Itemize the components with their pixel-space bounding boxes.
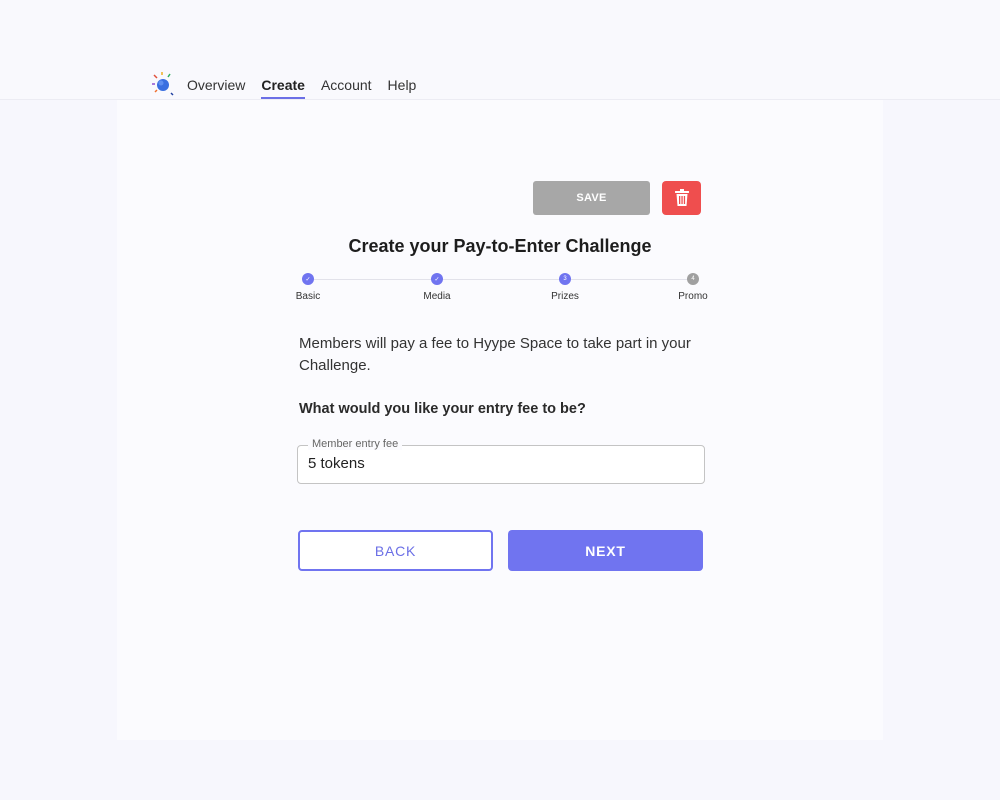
- entry-fee-label: Member entry fee: [308, 438, 403, 450]
- fee-question: What would you like your entry fee to be…: [299, 401, 586, 417]
- back-button[interactable]: BACK: [298, 530, 493, 571]
- stepper-line: [308, 279, 692, 280]
- content-card: [117, 100, 883, 740]
- step-media[interactable]: ✓ Media: [407, 272, 467, 302]
- check-icon: ✓: [431, 273, 443, 285]
- top-nav-bar: Overview Create Account Help: [0, 0, 1000, 100]
- logo-icon[interactable]: [150, 71, 176, 97]
- progress-stepper: ✓ Basic ✓ Media 3 Prizes 4 Promo: [296, 272, 710, 308]
- step-label: Media: [423, 291, 451, 302]
- main-nav: Overview Create Account Help: [187, 77, 432, 99]
- page-title: Create your Pay-to-Enter Challenge: [348, 236, 652, 256]
- trash-icon: [674, 189, 689, 206]
- step-basic[interactable]: ✓ Basic: [278, 272, 338, 302]
- step-label: Prizes: [551, 291, 579, 302]
- save-button[interactable]: SAVE: [533, 181, 650, 215]
- entry-fee-input[interactable]: [308, 455, 688, 472]
- delete-button[interactable]: [662, 181, 701, 215]
- step-promo[interactable]: 4 Promo: [663, 272, 723, 302]
- step-label: Promo: [678, 291, 708, 302]
- fee-description: Members will pay a fee to Hyype Space to…: [299, 335, 691, 374]
- entry-fee-field: Member entry fee: [297, 438, 705, 484]
- nav-overview[interactable]: Overview: [187, 77, 245, 99]
- next-button[interactable]: NEXT: [508, 530, 703, 571]
- nav-create[interactable]: Create: [261, 77, 305, 99]
- step-label: Basic: [295, 291, 321, 302]
- step-number: 4: [687, 273, 699, 285]
- step-number: 3: [559, 273, 571, 285]
- nav-help[interactable]: Help: [388, 77, 417, 99]
- nav-account[interactable]: Account: [321, 77, 372, 99]
- step-prizes[interactable]: 3 Prizes: [535, 272, 595, 302]
- check-icon: ✓: [302, 273, 314, 285]
